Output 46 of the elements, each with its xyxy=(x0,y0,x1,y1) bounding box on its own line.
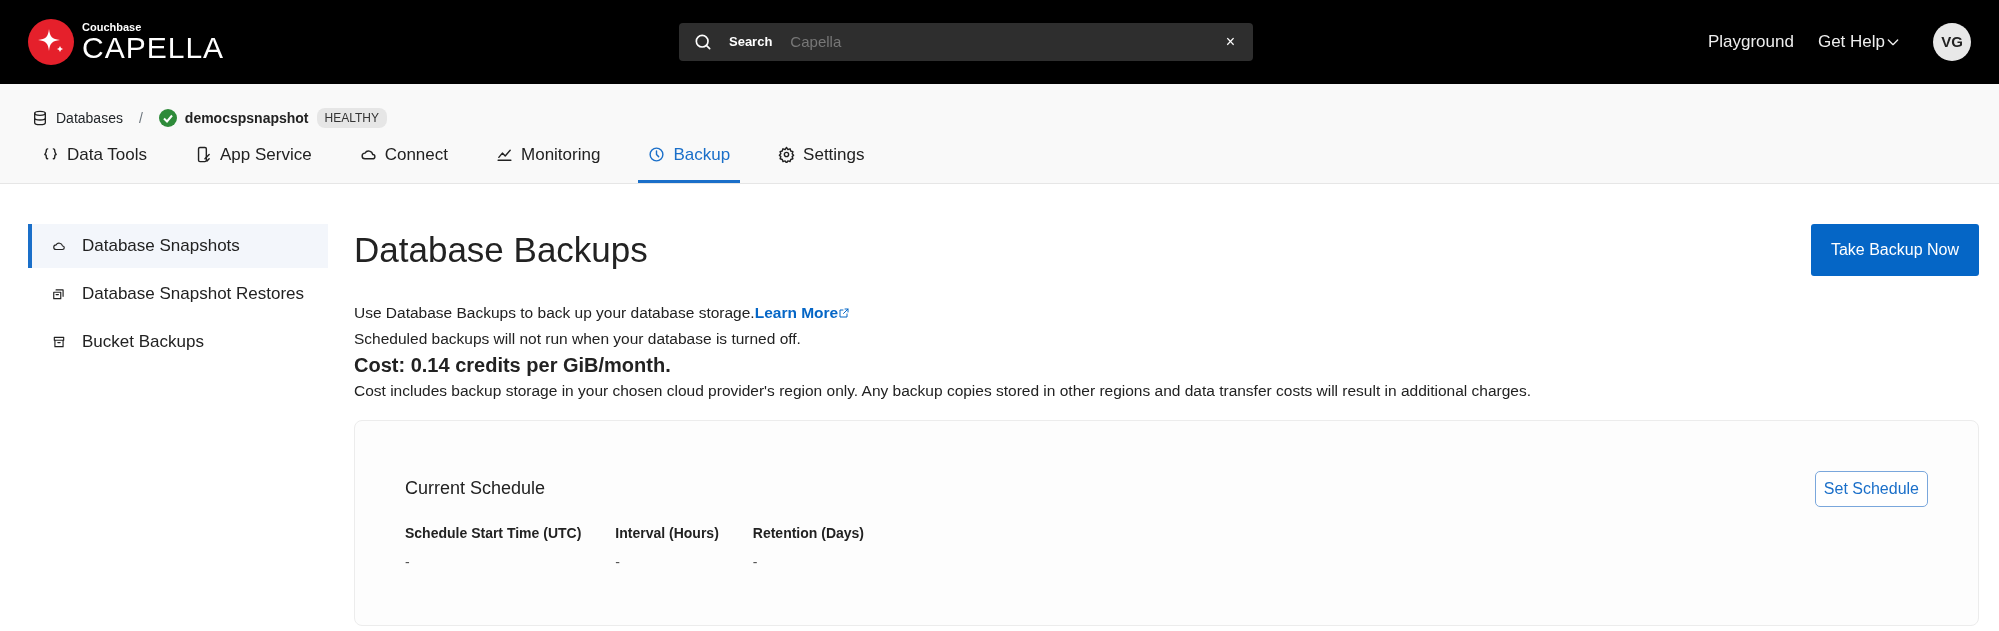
learn-more-link[interactable]: Learn More xyxy=(754,303,851,321)
sidebar-item[interactable]: Database Snapshot Restores xyxy=(28,271,328,316)
check-circle-icon xyxy=(158,109,177,127)
nav-tab[interactable]: Monitoring xyxy=(486,136,611,183)
gear-icon xyxy=(778,146,796,164)
sidebar-item[interactable]: Bucket Backups xyxy=(28,319,328,364)
phone-icon xyxy=(195,146,212,164)
stack-icon xyxy=(52,286,66,301)
nav-tab[interactable]: Backup xyxy=(638,136,741,183)
star-logo-icon xyxy=(28,19,74,65)
external-link-icon xyxy=(838,307,851,320)
archive-icon xyxy=(52,334,66,349)
field-label: Schedule Start Time (UTC) xyxy=(405,523,582,543)
field-value: - xyxy=(752,552,759,572)
breadcrumb-separator: / xyxy=(138,108,143,128)
nav-tab[interactable]: App Service xyxy=(185,136,322,183)
cost-note: Cost includes backup storage in your chosen cloud provider's region only. Any backup copies stored in other regions and data transfer costs will result in additional charges. xyxy=(354,380,1533,401)
field-label: Retention (Days) xyxy=(752,523,865,543)
sidebar-item[interactable]: Database Snapshots xyxy=(28,223,328,268)
schedule-title: Current Schedule xyxy=(405,477,546,500)
field-label: Interval (Hours) xyxy=(615,523,719,543)
search-icon xyxy=(693,32,713,52)
logo-text: CAPELLA xyxy=(82,32,225,63)
search-field[interactable]: Search Capella × xyxy=(679,23,1253,61)
nav-tab[interactable]: Settings xyxy=(768,136,875,183)
status-badge: HEALTHY xyxy=(316,108,387,128)
get-help-link[interactable]: Get Help xyxy=(1817,29,1901,55)
set-schedule-button[interactable]: Set Schedule xyxy=(1814,470,1928,507)
cost-heading: Cost: 0.14 credits per GiB/month. xyxy=(354,352,672,378)
logo-subtitle: Couchbase xyxy=(82,21,143,33)
note-text: Scheduled backups will not run when your database is turned off. xyxy=(354,328,802,349)
nav-tab[interactable]: Connect xyxy=(349,136,458,183)
database-icon xyxy=(32,110,48,126)
database-name: democspsnapshot xyxy=(184,108,309,128)
user-avatar[interactable]: VG xyxy=(1933,23,1971,61)
clear-button[interactable]: × xyxy=(1221,30,1239,54)
search-label: Search xyxy=(729,33,773,52)
take-backup-button[interactable]: Take Backup Now xyxy=(1810,223,1979,276)
nav-tab[interactable]: Data Tools xyxy=(32,136,157,183)
page-title: Database Backups xyxy=(354,228,648,271)
field-value: - xyxy=(405,552,411,572)
intro-text: Use Database Backups to back up your database storage.Learn More xyxy=(354,299,1979,326)
breadcrumb-link[interactable]: Databases xyxy=(56,107,123,129)
nav-link[interactable]: Playground xyxy=(1707,29,1794,55)
clock-icon xyxy=(648,146,666,164)
field-value: - xyxy=(615,552,621,572)
